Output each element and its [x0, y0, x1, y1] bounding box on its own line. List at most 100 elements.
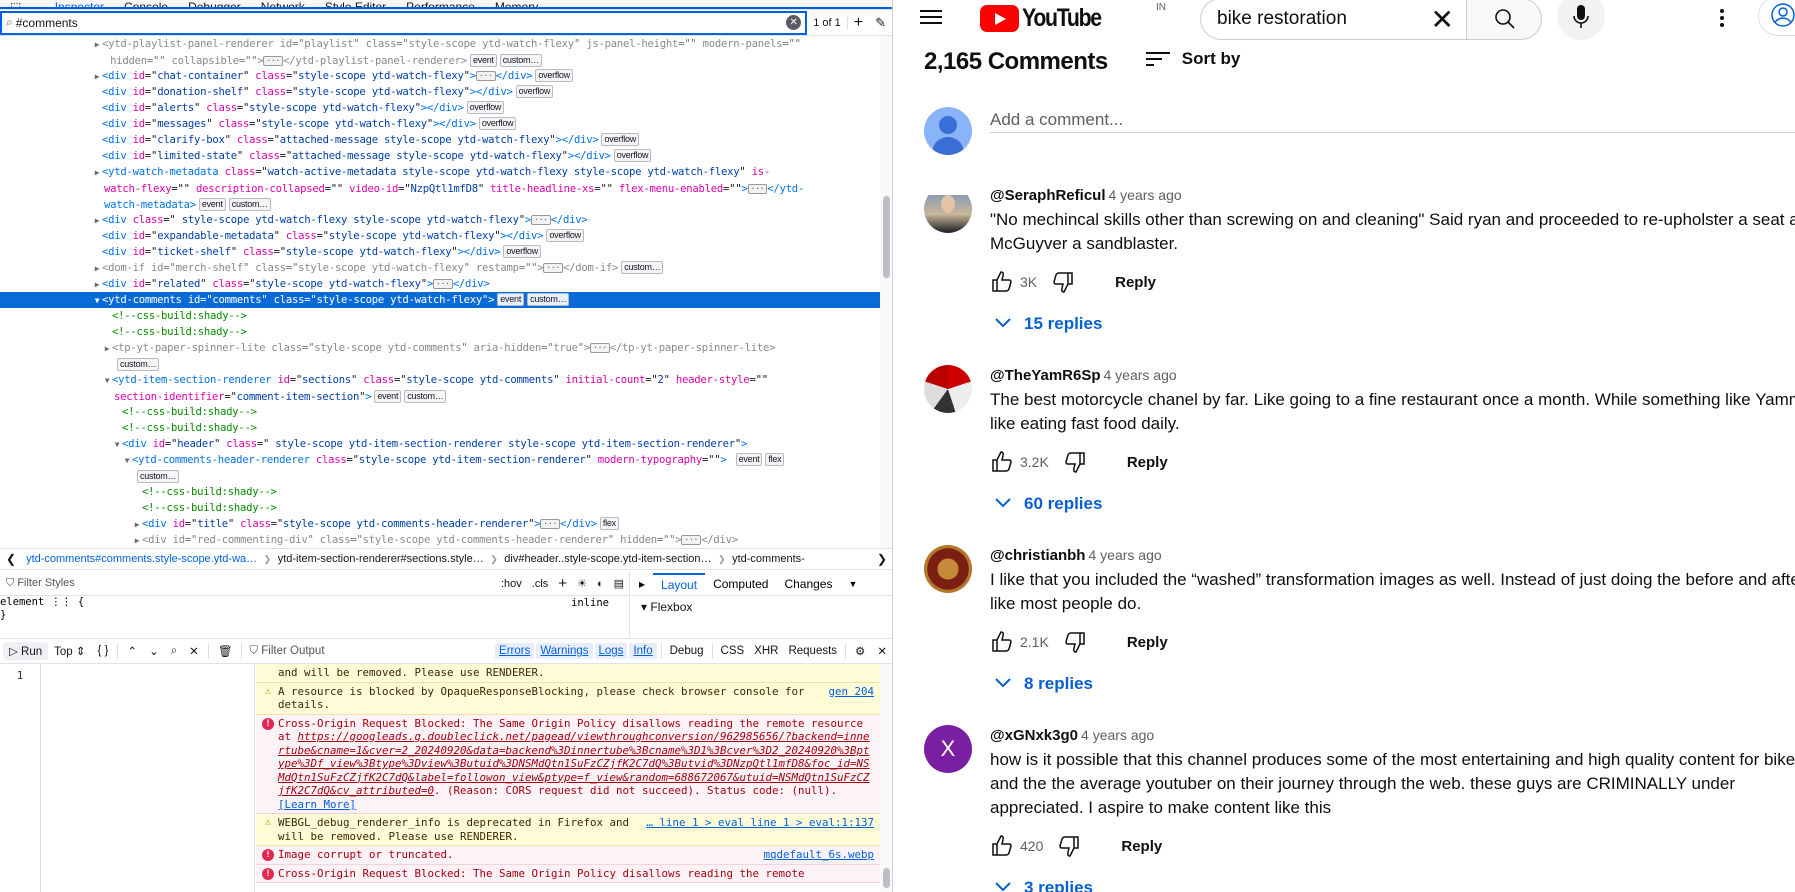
filter-xhr[interactable]: XHR	[750, 643, 782, 659]
filter-styles-input[interactable]: ⛉ Filter Styles	[0, 577, 496, 590]
clear-search-icon[interactable]: ✕	[786, 15, 802, 30]
comment-time[interactable]: 4 years ago	[1088, 547, 1161, 563]
flexbox-section[interactable]: ▾ Flexbox	[631, 596, 892, 618]
tab-computed[interactable]: Computed	[705, 577, 776, 591]
comment-time[interactable]: 4 years ago	[1109, 187, 1182, 203]
add-rule-icon[interactable]: +	[558, 575, 567, 592]
reverse-search-icon[interactable]: ⌕	[165, 643, 183, 660]
node-badge[interactable]: event	[497, 293, 525, 306]
node-badge[interactable]: event	[469, 54, 497, 67]
markup-node[interactable]: <div id="clarify-box" class="attached-me…	[0, 132, 880, 148]
expand-twisty-icon[interactable]: ▶	[92, 277, 102, 293]
message-source-link[interactable]: mqdefault_6s.webp	[763, 848, 874, 862]
markup-node[interactable]: <div id="expandable-metadata" class="sty…	[0, 228, 880, 244]
expand-twisty-icon[interactable]: ▶	[132, 533, 142, 548]
commenter-avatar[interactable]	[924, 545, 972, 593]
markup-node[interactable]: <!--css-build:shady-->	[0, 404, 880, 420]
reply-button[interactable]: Reply	[1127, 634, 1168, 651]
node-badge[interactable]: event	[374, 390, 402, 403]
expand-twisty-icon[interactable]: ▶	[102, 341, 112, 357]
comment-author[interactable]: @SeraphReficul	[990, 187, 1106, 204]
node-badge[interactable]: overflow	[466, 101, 505, 114]
markup-node[interactable]: <!--css-build:shady-->	[0, 308, 880, 324]
node-badge[interactable]: overflow	[515, 85, 554, 98]
dislike-icon[interactable]	[1051, 270, 1075, 294]
search-input[interactable]: bike restoration ✕	[1200, 0, 1466, 40]
commenter-avatar[interactable]	[924, 185, 972, 233]
print-media-icon[interactable]: ▤	[614, 577, 624, 590]
markup-node[interactable]: <div id="donation-shelf" class="style-sc…	[0, 84, 880, 100]
expand-twisty-icon[interactable]: ▶	[132, 517, 142, 533]
like-icon[interactable]	[990, 270, 1014, 294]
markup-node[interactable]: <div id="limited-state" class="attached-…	[0, 148, 880, 164]
dislike-icon[interactable]	[1057, 834, 1081, 858]
like-icon[interactable]	[990, 630, 1014, 654]
node-badge[interactable]: overflow	[546, 229, 584, 242]
pretty-print-icon[interactable]: { }	[92, 643, 115, 659]
collapse-twisty-icon[interactable]: ▼	[92, 293, 102, 309]
markup-node[interactable]: <!--css-build:shady-->	[0, 484, 880, 500]
comment-author[interactable]: @xGNxk3g0	[990, 727, 1078, 744]
filter-css[interactable]: CSS	[717, 643, 749, 659]
breadcrumb-item[interactable]: ytd-comments-	[728, 553, 809, 565]
reply-button[interactable]: Reply	[1127, 454, 1168, 471]
view-replies-button[interactable]: 60 replies	[990, 494, 1795, 514]
collapse-twisty-icon[interactable]: ▼	[112, 437, 122, 453]
message-source-link[interactable]: … line 1 > eval line 1 > eval:1:137	[646, 816, 874, 830]
filter-errors[interactable]: Errors	[495, 643, 535, 659]
filter-logs[interactable]: Logs	[594, 643, 628, 659]
markup-node[interactable]: ▶ <tp-yt-paper-spinner-lite class="style-…	[0, 340, 880, 372]
markup-node[interactable]: <!--css-build:shady-->	[0, 324, 880, 340]
breadcrumb-item[interactable]: div#header..style-scope.ytd-item-section…	[500, 553, 715, 565]
settings-menu-icon[interactable]	[1720, 6, 1726, 30]
markup-node[interactable]: <div id="messages" class="style-scope yt…	[0, 116, 880, 132]
toggle-sidebar-icon[interactable]: ▸	[631, 577, 653, 591]
node-badge[interactable]: overflow	[601, 133, 639, 146]
commenter-avatar[interactable]: X	[924, 725, 972, 773]
comment-time[interactable]: 4 years ago	[1081, 727, 1154, 743]
node-badge[interactable]: custom…	[527, 293, 570, 306]
message-source-link[interactable]: gen 204	[828, 685, 874, 699]
node-badge[interactable]: overflow	[535, 69, 573, 82]
expand-twisty-icon[interactable]: ▶	[92, 261, 102, 277]
commenter-avatar[interactable]	[924, 365, 972, 413]
dislike-icon[interactable]	[1063, 450, 1087, 474]
node-badge[interactable]: custom…	[228, 198, 271, 211]
markup-node[interactable]: <div id="ticket-shelf" class="style-scop…	[0, 244, 880, 260]
clear-console-icon[interactable]: 🗑	[212, 642, 239, 660]
search-query[interactable]: bike restoration	[1217, 8, 1347, 30]
filter-info[interactable]: Info	[629, 643, 657, 659]
element-rule-selector[interactable]: element ⋮⋮ {	[0, 596, 629, 609]
view-replies-button[interactable]: 15 replies	[990, 314, 1795, 334]
node-badge[interactable]: flex	[599, 517, 619, 530]
expand-twisty-icon[interactable]: ▶	[92, 165, 102, 181]
markup-node[interactable]: ▶ <div id="related" class="style-scope yt…	[0, 276, 880, 292]
close-editor-icon[interactable]: ✕	[183, 642, 205, 660]
collapse-twisty-icon[interactable]: ▼	[122, 453, 132, 469]
breadcrumb-right-arrow-icon[interactable]: ❯	[871, 552, 892, 566]
dark-mode-icon[interactable]: ◐	[597, 578, 604, 590]
search-button[interactable]	[1466, 0, 1542, 40]
tab-layout[interactable]: Layout	[653, 572, 706, 595]
markup-search-input[interactable]: ⌕ #comments ✕	[0, 10, 808, 35]
node-badge[interactable]: overflow	[613, 149, 652, 162]
filter-debug[interactable]: Debug	[666, 643, 708, 659]
light-mode-icon[interactable]: ☀	[577, 577, 587, 590]
reply-button[interactable]: Reply	[1115, 274, 1156, 291]
filter-requests[interactable]: Requests	[784, 643, 841, 659]
eyedropper-icon[interactable]: ✎	[869, 15, 892, 31]
node-badge[interactable]: event	[198, 198, 226, 211]
search-value[interactable]: #comments	[16, 16, 786, 30]
youtube-logo[interactable]: YouTube IN	[980, 2, 1166, 33]
history-down-icon[interactable]: ⌄	[143, 642, 165, 660]
markup-node[interactable]: ▶ <ytd-watch-metadata class="watch-active…	[0, 164, 880, 212]
context-selector[interactable]: Top ⇕	[48, 642, 91, 660]
sign-in-button[interactable]	[1758, 0, 1795, 36]
reply-button[interactable]: Reply	[1121, 838, 1162, 855]
tab-changes[interactable]: Changes	[776, 577, 840, 591]
view-replies-button[interactable]: 8 replies	[990, 674, 1795, 694]
markup-node[interactable]: <!--css-build:shady-->	[0, 420, 880, 436]
voice-search-button[interactable]	[1557, 0, 1605, 40]
console-editor[interactable]: 1	[0, 664, 255, 892]
markup-node[interactable]: ▼ <ytd-comments-header-renderer class="st…	[0, 452, 880, 484]
